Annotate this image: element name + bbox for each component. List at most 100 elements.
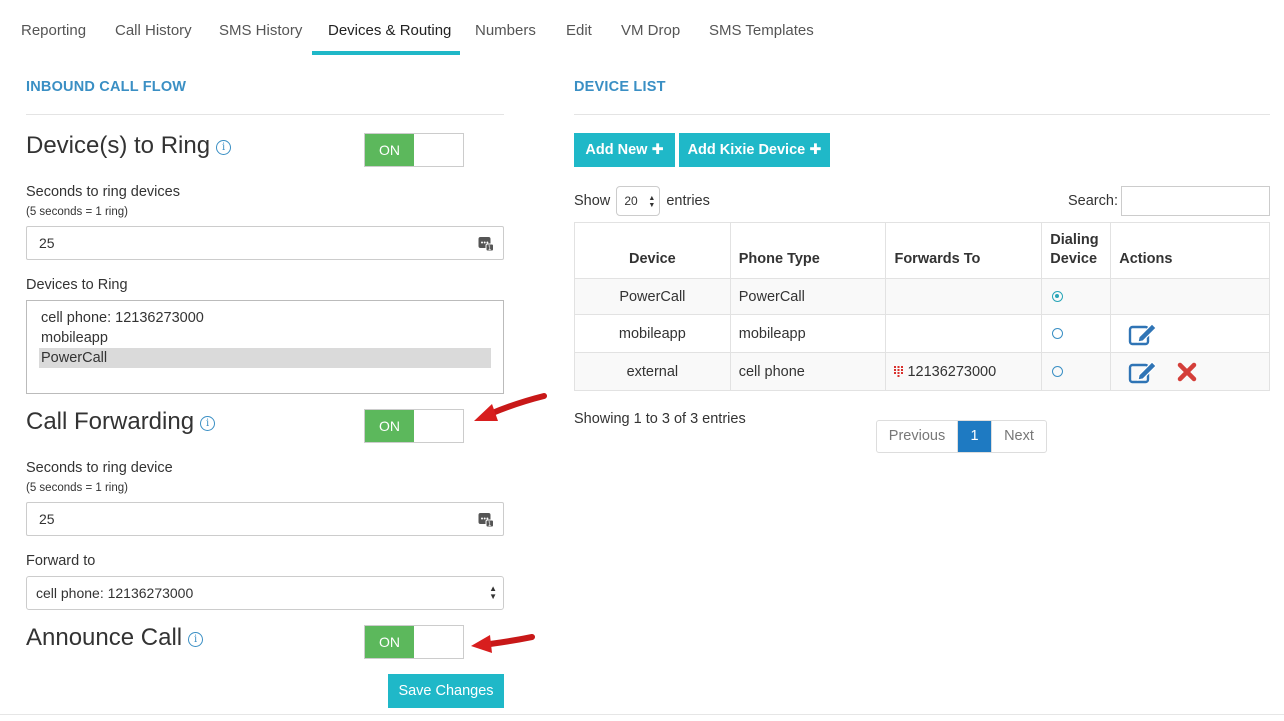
active-tab-indicator [312, 51, 460, 55]
svg-text:1: 1 [488, 245, 492, 251]
cell-device: external [574, 352, 731, 391]
column-header-forwards-to[interactable]: Forwards To [885, 222, 1043, 279]
table-header-row: Device Phone Type Forwards To Dialing De… [574, 222, 1270, 279]
column-header-dialing-device[interactable]: Dialing Device [1041, 222, 1112, 279]
cell-dialing-device [1041, 352, 1112, 391]
cell-phone-type: PowerCall [729, 278, 887, 315]
add-kixie-label: Add Kixie Device [687, 142, 806, 158]
edit-icon[interactable] [1128, 359, 1158, 385]
announce-call-heading: Announce Call i [26, 624, 204, 652]
devices-to-ring-listbox[interactable]: cell phone: 12136273000 mobileapp PowerC… [26, 300, 504, 394]
tab-call-history[interactable]: Call History [115, 22, 192, 39]
entries-value: 20 [624, 194, 638, 209]
devices-to-ring-label: Device(s) to Ring [26, 132, 211, 159]
devices-to-ring-heading: Device(s) to Ring i [26, 132, 232, 160]
inbound-call-flow-title: INBOUND CALL FLOW [26, 79, 187, 95]
call-forwarding-label: Call Forwarding [26, 408, 195, 435]
forward-to-label: Forward to [26, 553, 96, 569]
edit-icon[interactable] [1128, 321, 1158, 347]
add-new-button[interactable]: Add New ✚ [574, 133, 675, 167]
devices-to-ring-list-label: Devices to Ring [26, 277, 128, 293]
forwards-to-number: 12136273000 [907, 363, 997, 380]
cell-phone-type: mobileapp [729, 314, 887, 353]
column-header-device[interactable]: Device [574, 222, 731, 279]
seconds-device-label: Seconds to ring device [26, 460, 173, 476]
tab-sms-templates[interactable]: SMS Templates [709, 22, 814, 39]
entries-select[interactable]: 20 ▲ ▼ [616, 186, 661, 217]
column-header-actions: Actions [1110, 222, 1270, 279]
tab-devices-routing[interactable]: Devices & Routing [328, 22, 451, 39]
tab-sms-history[interactable]: SMS History [219, 22, 302, 39]
device-list-title: DEVICE LIST [574, 79, 666, 95]
list-option-mobileapp[interactable]: mobileapp [39, 328, 491, 348]
toggle-on-label: ON [365, 134, 414, 166]
seconds-devices-value: 25 [39, 235, 55, 251]
red-arrow-icon [474, 393, 547, 421]
save-changes-button[interactable]: Save Changes [388, 674, 504, 708]
cell-actions [1110, 278, 1270, 315]
divider [574, 114, 1270, 115]
list-option-cell-phone[interactable]: cell phone: 12136273000 [39, 308, 491, 328]
number-stepper-icon[interactable]: 1 [478, 235, 494, 251]
cell-device: PowerCall [574, 278, 731, 315]
seconds-devices-input[interactable]: 25 1 [26, 226, 504, 260]
forward-to-value: cell phone: 12136273000 [36, 585, 194, 601]
table-info-text: Showing 1 to 3 of 3 entries [574, 411, 746, 427]
tab-reporting[interactable]: Reporting [21, 22, 86, 39]
cell-dialing-device [1041, 278, 1112, 315]
dialing-device-radio[interactable] [1052, 328, 1064, 340]
seconds-device-value: 25 [39, 511, 55, 527]
delete-icon[interactable] [1176, 361, 1198, 383]
add-new-label: Add New [585, 142, 648, 158]
cell-actions [1110, 314, 1270, 353]
select-arrows-icon: ▲ ▼ [648, 195, 656, 210]
table-row: external cell phone 12136273000 [574, 352, 1270, 391]
cell-actions [1110, 352, 1270, 391]
page-1-button[interactable]: 1 [958, 421, 991, 452]
info-icon[interactable]: i [188, 632, 204, 647]
devices-to-ring-toggle[interactable]: ON [364, 133, 464, 167]
cell-forwards-to [885, 278, 1043, 315]
toggle-on-label: ON [365, 626, 414, 658]
seconds-devices-label: Seconds to ring devices [26, 184, 180, 200]
tab-edit[interactable]: Edit [566, 22, 592, 39]
cell-forwards-to [885, 314, 1043, 353]
divider [0, 714, 1284, 715]
tab-vm-drop[interactable]: VM Drop [621, 22, 680, 39]
number-stepper-icon[interactable]: 1 [478, 511, 494, 527]
cell-phone-type: cell phone [729, 352, 887, 391]
search-label: Search: [1068, 193, 1118, 209]
cell-forwards-to: 12136273000 [885, 352, 1043, 391]
seconds-devices-hint: (5 seconds = 1 ring) [26, 206, 128, 218]
device-table: Device Phone Type Forwards To Dialing De… [574, 222, 1270, 391]
forward-to-select[interactable]: cell phone: 12136273000 ▲ ▼ [26, 576, 504, 610]
table-row: PowerCall PowerCall [574, 278, 1270, 315]
announce-call-toggle[interactable]: ON [364, 625, 464, 659]
seconds-device-hint: (5 seconds = 1 ring) [26, 482, 128, 494]
cell-dialing-device [1041, 314, 1112, 353]
entries-length-control: Show 20 ▲ ▼ entries [574, 186, 710, 217]
list-option-powercall[interactable]: PowerCall [39, 348, 491, 368]
keypad-icon [894, 365, 904, 377]
next-page-button[interactable]: Next [991, 421, 1046, 452]
red-arrow-icon [471, 634, 535, 653]
table-row: mobileapp mobileapp [574, 314, 1270, 353]
call-forwarding-heading: Call Forwarding i [26, 408, 216, 436]
column-header-phone-type[interactable]: Phone Type [729, 222, 887, 279]
toggle-on-label: ON [365, 410, 414, 442]
select-arrows-icon: ▲ ▼ [489, 584, 497, 601]
tab-bar: Reporting Call History SMS History Devic… [0, 0, 1284, 56]
cell-device: mobileapp [574, 314, 731, 353]
dialing-device-radio[interactable] [1052, 291, 1064, 303]
info-icon[interactable]: i [200, 416, 216, 431]
seconds-device-input[interactable]: 25 1 [26, 502, 504, 536]
pagination: Previous 1 Next [876, 420, 1047, 453]
dialing-device-radio[interactable] [1052, 366, 1064, 378]
info-icon[interactable]: i [216, 140, 232, 155]
previous-page-button[interactable]: Previous [877, 421, 958, 452]
call-forwarding-toggle[interactable]: ON [364, 409, 464, 443]
tab-numbers[interactable]: Numbers [475, 22, 536, 39]
announce-call-label: Announce Call [26, 624, 183, 651]
add-kixie-device-button[interactable]: Add Kixie Device ✚ [679, 133, 830, 167]
search-input[interactable] [1121, 186, 1270, 216]
